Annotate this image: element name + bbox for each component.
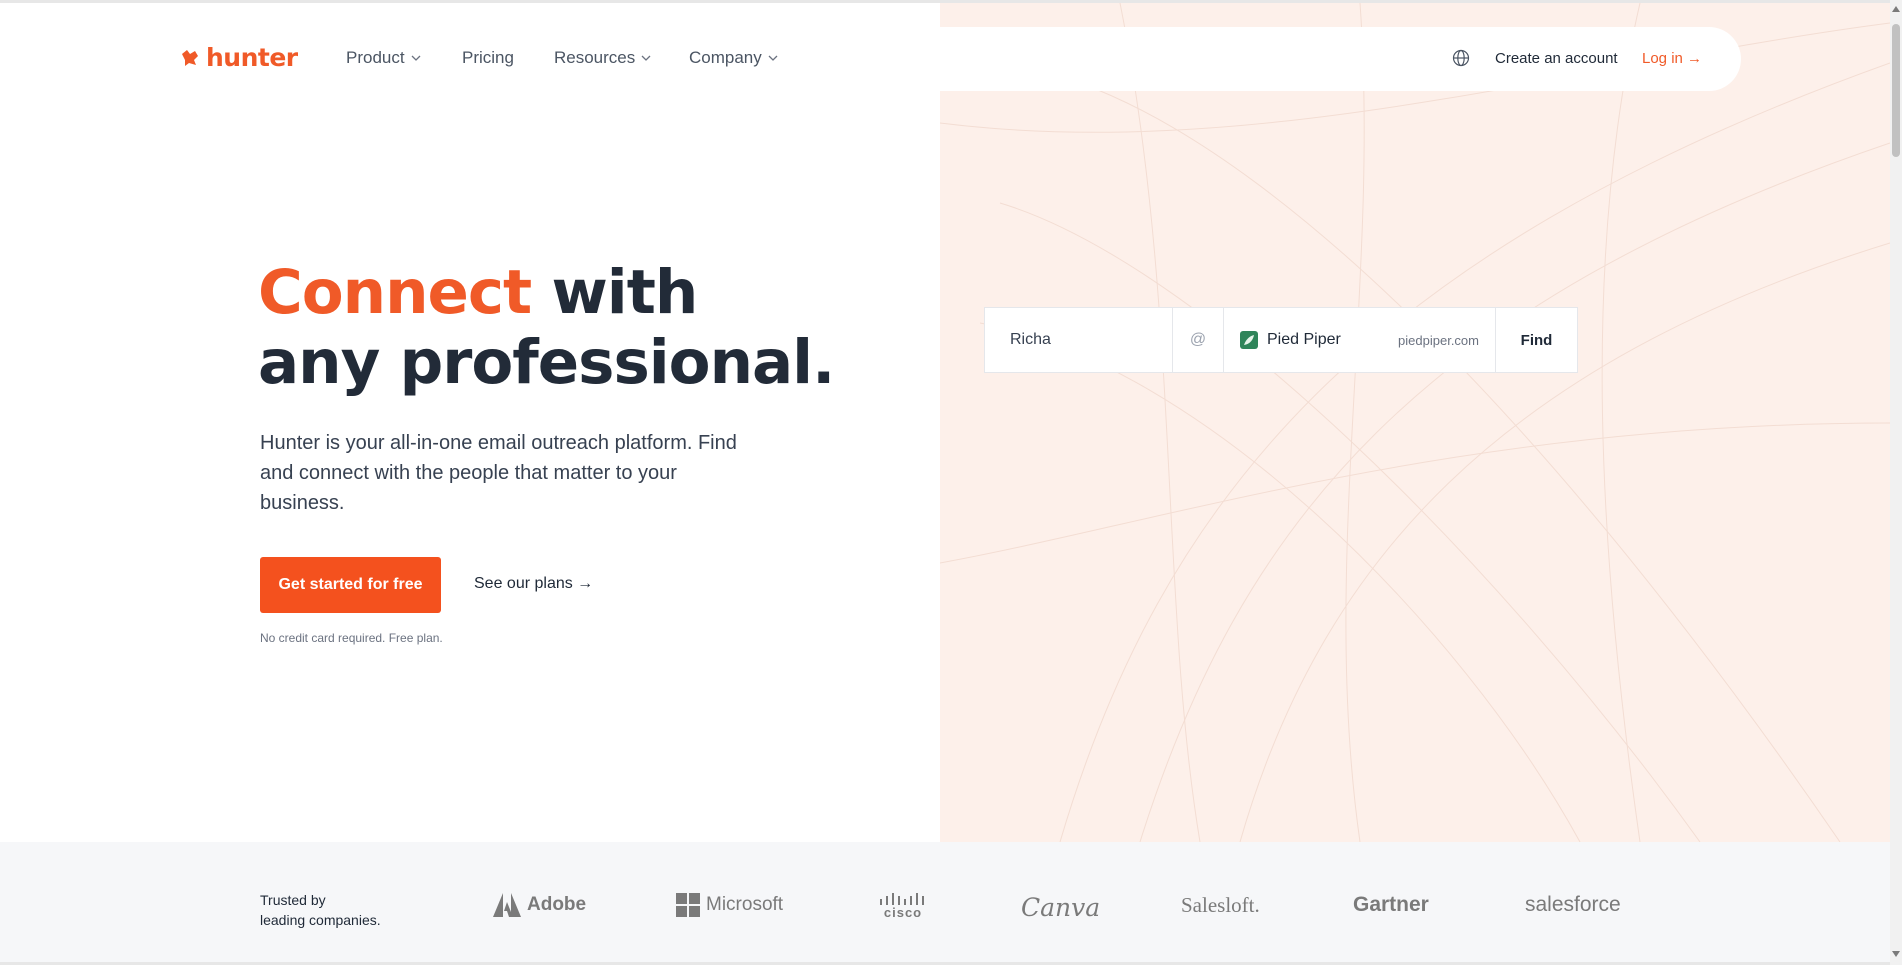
salesforce-label: salesforce [1525, 893, 1621, 916]
hunter-logo[interactable]: hunter [180, 43, 298, 72]
hero-subtitle: Hunter is your all-in-one email outreach… [260, 432, 737, 514]
nav-resources-label: Resources [554, 48, 636, 67]
vertical-scrollbar[interactable] [1890, 0, 1902, 965]
hero-visual-panel [940, 3, 1890, 842]
canva-label: Canva [1021, 893, 1101, 922]
adobe-label: Adobe [527, 894, 587, 915]
hero-title: Connect with any professional. [258, 257, 835, 398]
microsoft-logo: Microsoft [676, 893, 783, 917]
company-selector[interactable]: Pied Piper piedpiper.com [1224, 308, 1496, 372]
globe-icon[interactable] [1452, 49, 1470, 67]
microsoft-label: Microsoft [706, 894, 784, 915]
chevron-down-icon [411, 55, 421, 61]
nav-company[interactable]: Company [689, 48, 779, 68]
nav-product-label: Product [346, 48, 405, 67]
salesforce-logo: salesforce [1525, 893, 1621, 917]
see-plans-link[interactable]: See our plans → [474, 575, 593, 593]
cisco-logo: cisco [879, 893, 927, 920]
scroll-down-arrow-icon[interactable] [1892, 951, 1900, 957]
hero-title-line2: any professional. [258, 327, 835, 398]
company-leaf-icon [1240, 331, 1258, 349]
cisco-bars-icon [880, 893, 924, 905]
adobe-icon [493, 893, 521, 917]
nav-pricing-label: Pricing [462, 48, 514, 67]
trusted-label-line2: leading companies. [260, 912, 381, 928]
no-credit-card-note: No credit card required. Free plan. [260, 631, 443, 645]
nav-product[interactable]: Product [346, 48, 422, 68]
get-started-button[interactable]: Get started for free [260, 557, 441, 613]
trusted-by-label: Trusted by leading companies. [260, 890, 381, 930]
fox-head-icon [182, 49, 198, 66]
microsoft-icon [676, 893, 700, 917]
salesloft-label: Salesloft. [1181, 893, 1260, 917]
create-account-link[interactable]: Create an account [1495, 50, 1618, 67]
decorative-lines [940, 3, 1890, 842]
scroll-up-arrow-icon[interactable] [1892, 6, 1900, 12]
adobe-logo: Adobe [493, 893, 586, 917]
find-button[interactable]: Find [1496, 308, 1577, 372]
trusted-label-line1: Trusted by [260, 892, 326, 908]
chevron-down-icon [768, 55, 778, 61]
nav-pricing[interactable]: Pricing [462, 48, 514, 68]
hero-title-rest: with [531, 257, 698, 328]
cisco-label: cisco [883, 905, 923, 920]
name-input[interactable] [985, 308, 1173, 372]
login-link[interactable]: Log in → [1642, 50, 1702, 67]
nav-company-label: Company [689, 48, 762, 67]
chevron-down-icon [641, 55, 651, 61]
salesloft-logo: Salesloft. [1181, 893, 1260, 918]
at-symbol: @ [1173, 308, 1224, 372]
email-finder-widget: @ Pied Piper piedpiper.com Find [984, 307, 1578, 373]
company-name: Pied Piper [1267, 331, 1341, 348]
nav-resources[interactable]: Resources [554, 48, 652, 68]
company-domain: piedpiper.com [1398, 332, 1479, 348]
hero-title-accent: Connect [258, 257, 532, 328]
gartner-logo: Gartner [1353, 893, 1429, 917]
gartner-label: Gartner [1353, 893, 1429, 916]
canva-logo: Canva [1021, 893, 1100, 922]
logo-wordmark: hunter [206, 43, 298, 72]
scrollbar-thumb[interactable] [1892, 24, 1900, 157]
